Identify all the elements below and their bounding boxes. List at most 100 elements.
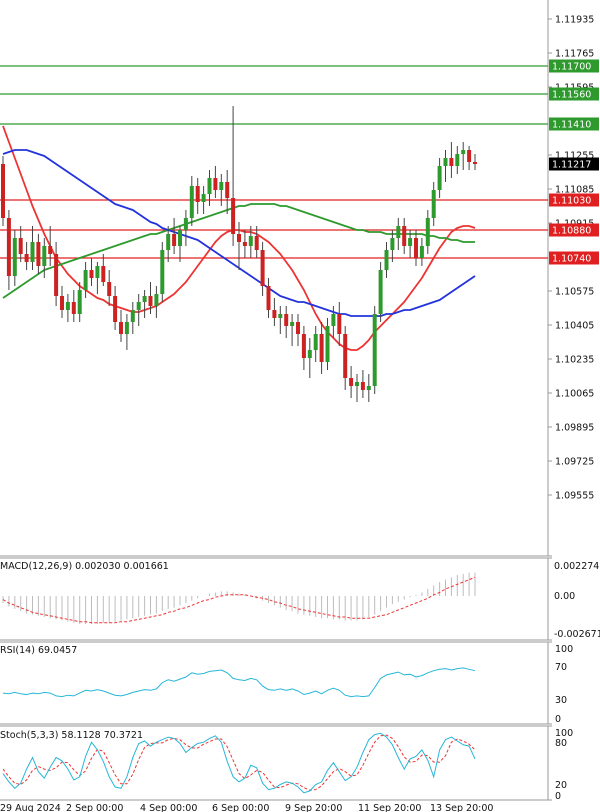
candle-body: [284, 314, 289, 326]
candle-body: [71, 302, 76, 314]
candle-body: [461, 150, 466, 154]
candle-body: [172, 234, 177, 246]
macd-tick-max: 0.002274: [554, 561, 599, 572]
candle-body: [266, 286, 271, 310]
candle-body: [36, 242, 41, 266]
x-label-7: 13 Sep 20:00: [430, 803, 493, 812]
level-tag-label: 1.11030: [552, 196, 591, 207]
candle-body: [107, 282, 112, 296]
candle-body: [166, 234, 171, 250]
rsi-tick-70: 70: [555, 662, 567, 673]
candle-body: [195, 186, 200, 202]
price-tick-label: 1.10235: [555, 355, 594, 366]
candle-body: [83, 270, 88, 290]
x-label-3: 4 Sep 00:00: [140, 803, 197, 812]
chart-background: [0, 0, 600, 812]
candle-body: [219, 182, 224, 190]
candle-body: [313, 334, 318, 350]
candle-body: [278, 314, 283, 318]
candle-body: [307, 350, 312, 358]
price-tick-label: 1.10065: [555, 389, 594, 400]
candle-body: [319, 334, 324, 362]
stoch-label: Stoch(5,3,3) 58.1128 70.3721: [0, 730, 143, 741]
candle-body: [65, 302, 70, 310]
candle-body: [142, 296, 147, 302]
candle-body: [360, 382, 365, 390]
candle-body: [301, 334, 306, 358]
price-tick-label: 1.09555: [555, 491, 594, 502]
candle-body: [372, 314, 377, 386]
macd-tick-zero: 0.00: [554, 591, 575, 602]
candle-body: [449, 158, 454, 166]
candle-body: [443, 158, 448, 166]
candle-body: [54, 254, 59, 296]
candle: [160, 242, 165, 302]
candle-body: [378, 270, 383, 314]
candle-body: [213, 178, 218, 190]
stoch-tick-0: 0: [555, 791, 561, 802]
candle-body: [6, 218, 11, 276]
candle-body: [136, 302, 141, 310]
macd-tick-min: -0.002671: [554, 629, 600, 640]
candle-body: [325, 326, 330, 362]
candle-body: [178, 230, 182, 246]
candle-body: [12, 238, 17, 276]
candle-body: [89, 270, 94, 278]
stoch-tick-80: 80: [555, 738, 567, 749]
candle-body: [408, 238, 413, 246]
candle-body: [201, 194, 206, 202]
x-label-6: 11 Sep 20:00: [358, 803, 421, 812]
candle-body: [148, 296, 153, 306]
candle-body: [390, 238, 395, 250]
rsi-tick-30: 30: [555, 695, 567, 706]
candle-body: [437, 166, 442, 190]
candle-body: [207, 178, 212, 194]
candle: [1, 156, 5, 226]
level-tag-label: 1.11560: [552, 90, 591, 101]
candle-body: [402, 226, 407, 246]
rsi-tick-0: 0: [555, 714, 561, 725]
current-price-label: 1.11217: [552, 160, 591, 171]
candle-body: [242, 242, 247, 246]
current-price-tag: 1.11217: [549, 157, 599, 171]
stoch-tick-20: 20: [555, 780, 567, 791]
price-tick-label: 1.11935: [555, 15, 594, 26]
candle-body: [154, 294, 159, 306]
price-tick-label: 1.09895: [555, 423, 594, 434]
candle-body: [254, 236, 259, 250]
candle-body: [349, 378, 354, 386]
candle-body: [101, 266, 106, 282]
candle-body: [119, 322, 123, 334]
level-tag-label: 1.10880: [552, 226, 591, 237]
candle-body: [467, 150, 472, 162]
candle-body: [396, 226, 401, 238]
candle: [372, 306, 377, 394]
candle: [378, 262, 383, 322]
macd-label: MACD(12,26,9) 0.002030 0.001661: [0, 561, 169, 572]
candle-body: [124, 322, 129, 334]
x-label-2: 2 Sep 00:00: [66, 803, 123, 812]
candle-body: [425, 218, 430, 246]
candle-body: [431, 190, 436, 218]
candle-body: [60, 296, 64, 310]
x-label-4: 6 Sep 00:00: [212, 803, 269, 812]
rsi-tick-100: 100: [555, 644, 573, 655]
candle-body: [414, 238, 418, 258]
x-label-5: 9 Sep 20:00: [285, 803, 342, 812]
candle-body: [248, 236, 253, 246]
price-tick-label: 1.11765: [555, 49, 594, 60]
candle-body: [225, 182, 230, 198]
price-tick-label: 1.10405: [555, 321, 594, 332]
candle-body: [419, 246, 424, 258]
price-tick-label: 1.10575: [555, 287, 594, 298]
level-tag-label: 1.11700: [552, 62, 591, 73]
rsi-label: RSI(14) 69.0457: [0, 645, 77, 656]
candle-body: [24, 254, 29, 262]
candle-body: [95, 266, 100, 278]
candle-body: [343, 334, 348, 378]
candle-body: [113, 296, 118, 322]
candle-body: [455, 154, 460, 166]
candle-body: [237, 234, 241, 242]
candle-body: [366, 386, 371, 390]
candle-body: [231, 198, 236, 234]
